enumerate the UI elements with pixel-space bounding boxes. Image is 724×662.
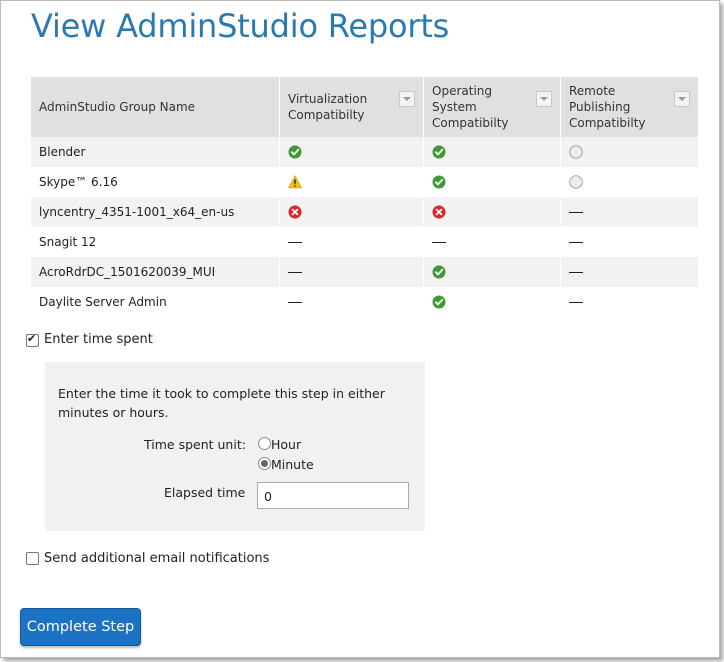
table-row[interactable]: Skype™ 6.16 [31, 167, 698, 197]
virtualization-status-cell [279, 197, 424, 227]
error-icon [288, 205, 302, 219]
email-notifications-checkbox[interactable] [26, 552, 39, 565]
table-row[interactable]: Blender [31, 137, 698, 167]
column-header-label: Operating System Compatibilty [432, 84, 509, 130]
table-body: Blender Skype™ 6.16 lyncentry_4351-1001_x6… [31, 137, 698, 317]
dash-icon [569, 212, 583, 213]
warning-icon [288, 175, 302, 189]
dash-icon [569, 302, 583, 303]
group-name-cell: Skype™ 6.16 [31, 167, 280, 197]
remote-status-cell [560, 287, 698, 317]
filter-dropdown-icon[interactable] [536, 91, 552, 107]
neutral-status-icon [569, 145, 583, 160]
remote-status-cell [560, 257, 698, 287]
remote-status-cell [560, 167, 698, 197]
check-icon [432, 145, 446, 159]
check-icon [432, 265, 446, 279]
column-header-group-name[interactable]: AdminStudio Group Name [31, 77, 280, 137]
column-header-virtualization[interactable]: Virtualization Compatibilty [279, 77, 424, 137]
os-status-cell [423, 137, 561, 167]
remote-status-cell [560, 227, 698, 257]
error-icon [432, 205, 446, 219]
table-row[interactable]: Daylite Server Admin [31, 287, 698, 317]
report-table: AdminStudio Group Name Virtualization Co… [31, 77, 698, 317]
virtualization-status-cell [279, 287, 424, 317]
complete-step-button[interactable]: Complete Step [20, 608, 141, 646]
os-status-cell [423, 257, 561, 287]
elapsed-time-input[interactable]: 0 [257, 482, 409, 509]
column-header-label: Remote Publishing Compatibilty [569, 84, 646, 130]
group-name-cell: Daylite Server Admin [31, 287, 280, 317]
os-status-cell [423, 287, 561, 317]
dash-icon [288, 242, 302, 243]
report-window: View AdminStudio Reports AdminStudio Gro… [0, 0, 720, 658]
time-spent-panel: Enter the time it took to complete this … [45, 362, 425, 531]
filter-dropdown-icon[interactable] [399, 91, 415, 107]
unit-radio-minute[interactable] [258, 457, 271, 470]
unit-radio-hour[interactable] [258, 437, 271, 450]
check-icon [432, 295, 446, 309]
table-row[interactable]: AcroRdrDC_1501620039_MUI [31, 257, 698, 287]
filter-dropdown-icon[interactable] [674, 91, 690, 107]
table-row[interactable]: Snagit 12 [31, 227, 698, 257]
unit-option-minute: Minute [271, 457, 314, 472]
table-row[interactable]: lyncentry_4351-1001_x64_en-us [31, 197, 698, 227]
column-header-os[interactable]: Operating System Compatibilty [423, 77, 561, 137]
column-header-remote-publishing[interactable]: Remote Publishing Compatibilty [560, 77, 698, 137]
dash-icon [288, 302, 302, 303]
page-title: View AdminStudio Reports [31, 7, 450, 45]
column-header-label: AdminStudio Group Name [39, 100, 196, 114]
remote-status-cell [560, 137, 698, 167]
dash-icon [288, 272, 302, 273]
table-header-row: AdminStudio Group Name Virtualization Co… [31, 77, 698, 137]
time-spent-instructions: Enter the time it took to complete this … [58, 386, 385, 420]
check-icon [432, 175, 446, 189]
column-header-label: Virtualization Compatibilty [288, 92, 368, 122]
check-icon [288, 145, 302, 159]
virtualization-status-cell [279, 137, 424, 167]
virtualization-status-cell [279, 167, 424, 197]
time-unit-label: Time spent unit: [144, 437, 246, 452]
unit-option-hour: Hour [271, 437, 302, 452]
os-status-cell [423, 227, 561, 257]
group-name-cell: AcroRdrDC_1501620039_MUI [31, 257, 280, 287]
remote-status-cell [560, 197, 698, 227]
os-status-cell [423, 197, 561, 227]
dash-icon [569, 242, 583, 243]
group-name-cell: Snagit 12 [31, 227, 280, 257]
dash-icon [432, 242, 446, 243]
elapsed-time-label: Elapsed time [164, 485, 246, 500]
virtualization-status-cell [279, 227, 424, 257]
dash-icon [569, 272, 583, 273]
group-name-cell: Blender [31, 137, 280, 167]
time-spent-checkbox[interactable] [26, 332, 39, 347]
email-notifications-label: Send additional email notifications [44, 551, 270, 566]
neutral-status-icon [569, 175, 583, 190]
time-spent-label: Enter time spent [44, 332, 153, 347]
group-name-cell: lyncentry_4351-1001_x64_en-us [31, 197, 280, 227]
os-status-cell [423, 167, 561, 197]
virtualization-status-cell [279, 257, 424, 287]
